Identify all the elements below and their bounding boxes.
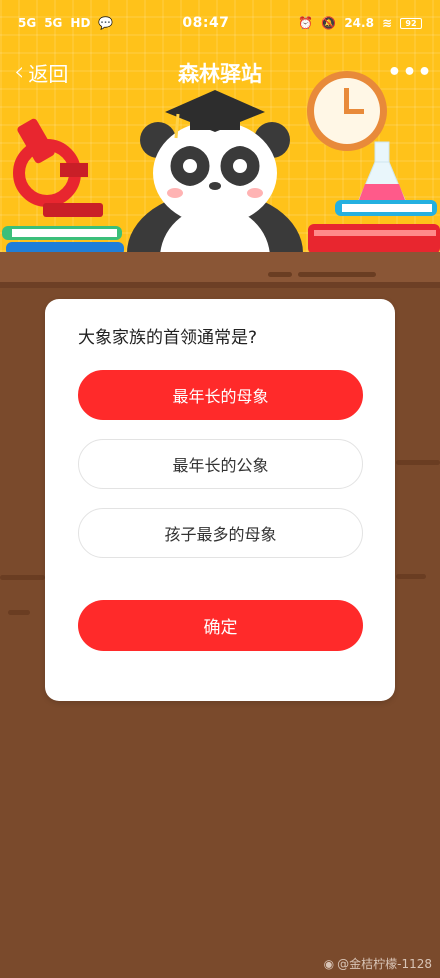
flask-illustration bbox=[358, 141, 406, 201]
answer-option-1[interactable]: 最年长的母象 bbox=[78, 370, 363, 420]
watermark-text: @金桔柠檬-1128 bbox=[337, 957, 432, 971]
desk-groove bbox=[268, 272, 292, 277]
desk-groove bbox=[396, 574, 426, 579]
clock-time: 08:47 bbox=[182, 15, 230, 31]
wechat-icon: 💬 bbox=[98, 16, 114, 30]
desk-surface bbox=[0, 252, 440, 288]
network-speed: 24.8 bbox=[344, 16, 374, 30]
hd-icon: HD bbox=[70, 16, 91, 30]
books-left-illustration bbox=[2, 226, 124, 255]
desk-groove bbox=[298, 272, 376, 277]
confirm-button[interactable]: 确定 bbox=[78, 600, 363, 651]
desk-groove bbox=[8, 610, 30, 615]
back-button[interactable]: ‹ 返回 bbox=[14, 56, 68, 88]
nav-bar: ‹ 返回 森林驿站 ••• bbox=[0, 48, 440, 96]
mute-icon: 🔕 bbox=[321, 16, 337, 30]
microscope-illustration bbox=[13, 118, 103, 217]
confirm-label: 确定 bbox=[203, 618, 238, 638]
wifi-icon: ≋ bbox=[381, 16, 392, 30]
more-icon: ••• bbox=[387, 59, 433, 85]
books-right-illustration bbox=[308, 200, 440, 254]
answer-option-label: 最年长的母象 bbox=[172, 387, 269, 406]
alarm-icon: ⏰ bbox=[298, 16, 314, 30]
status-bar: 5G 5G HD 💬 08:47 ⏰ 🔕 24.8 ≋ 92 bbox=[0, 0, 440, 46]
header-banner: 5G 5G HD 💬 08:47 ⏰ 🔕 24.8 ≋ 92 ‹ 返回 森林驿站… bbox=[0, 0, 440, 255]
question-text: 大象家族的首领通常是? bbox=[78, 328, 258, 348]
desk-groove bbox=[396, 460, 440, 465]
panda-mascot-illustration bbox=[127, 90, 303, 255]
signal-icon-2: 5G bbox=[44, 16, 63, 30]
more-options-button[interactable]: ••• bbox=[387, 54, 431, 90]
answer-option-label: 最年长的公象 bbox=[172, 456, 269, 475]
watermark: ◉ @金桔柠檬-1128 bbox=[324, 955, 432, 972]
answer-option-3[interactable]: 孩子最多的母象 bbox=[78, 508, 363, 558]
battery-icon: 92 bbox=[400, 17, 422, 29]
signal-icon: 5G bbox=[18, 16, 37, 30]
back-label: 返回 bbox=[28, 61, 69, 86]
desk-groove bbox=[0, 575, 45, 580]
quiz-dialog: 大象家族的首领通常是? 最年长的母象 最年长的公象 孩子最多的母象 确定 bbox=[45, 299, 395, 701]
answer-option-2[interactable]: 最年长的公象 bbox=[78, 439, 363, 489]
answer-option-label: 孩子最多的母象 bbox=[164, 525, 277, 544]
weibo-icon: ◉ bbox=[323, 956, 335, 971]
chevron-left-icon: ‹ bbox=[14, 57, 25, 87]
